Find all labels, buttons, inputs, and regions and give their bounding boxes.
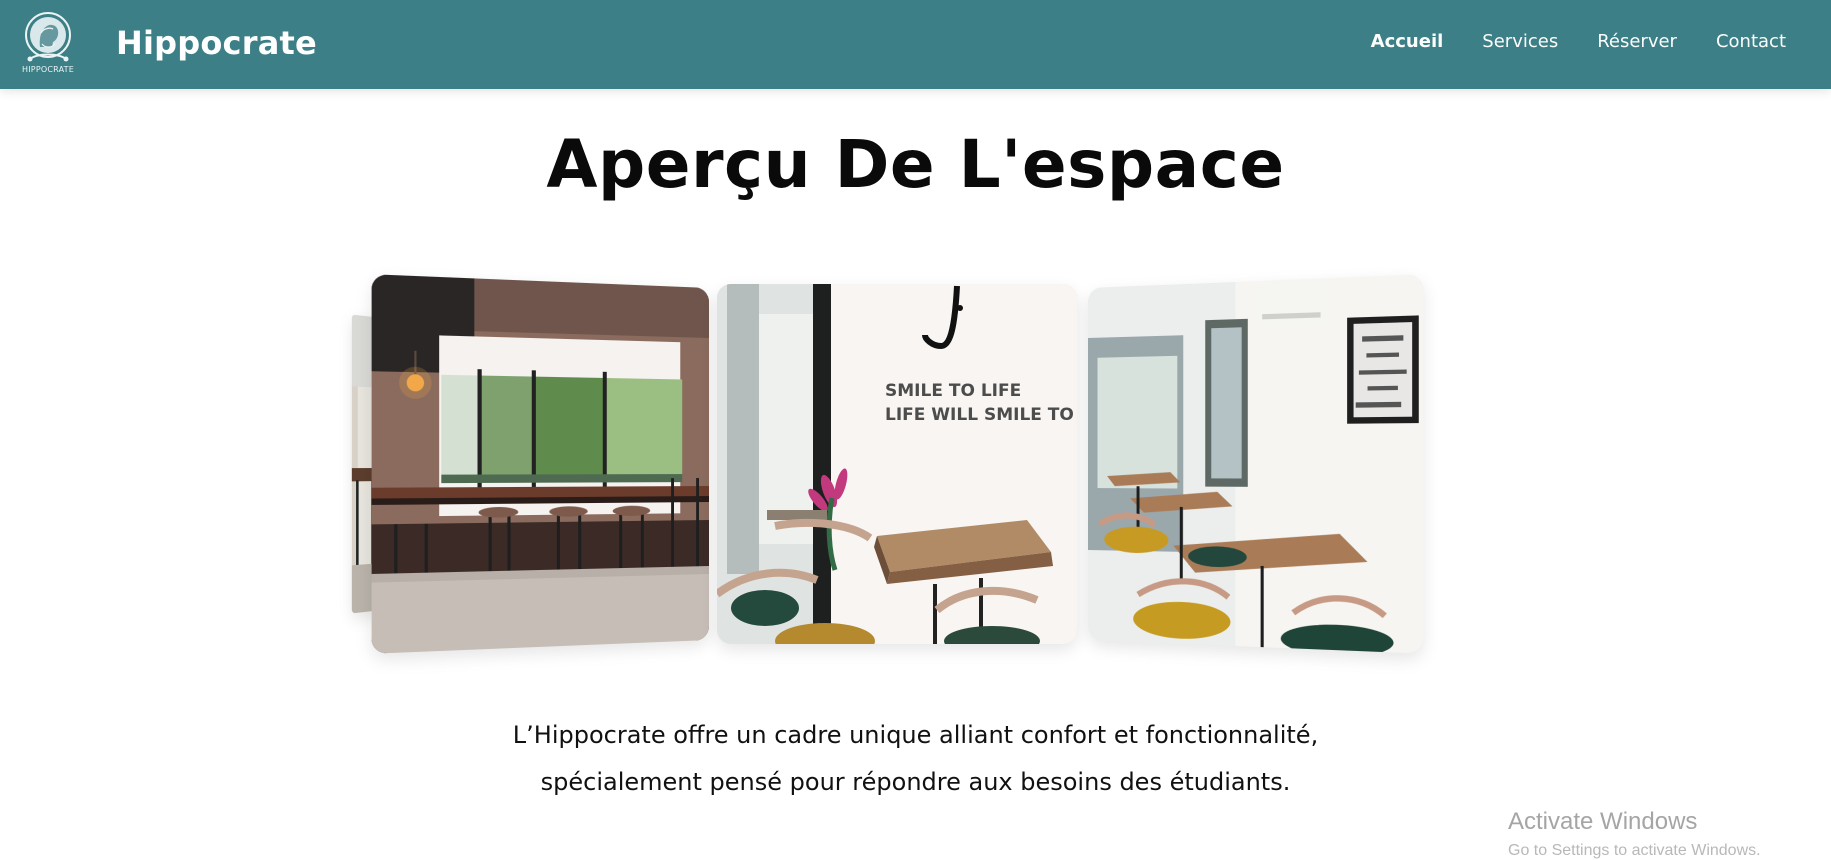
wall-text-line-1: SMILE TO LIFE: [885, 381, 1021, 401]
activate-windows-title: Activate Windows: [1508, 808, 1697, 836]
brand[interactable]: HIPPOCRATE Hippocrate: [22, 10, 317, 74]
brand-name[interactable]: Hippocrate: [116, 24, 317, 62]
nav-services[interactable]: Services: [1482, 31, 1558, 52]
description-line-2: spécialement pensé pour répondre aux bes…: [0, 759, 1831, 806]
space-description: L’Hippocrate offre un cadre unique allia…: [0, 712, 1831, 806]
cafe-tables-image: [1088, 274, 1423, 653]
wall-text-line-2: LIFE WILL SMILE TO YOU: [885, 405, 1077, 425]
nav-contact[interactable]: Contact: [1716, 31, 1786, 52]
main-nav: Accueil Services Réserver Contact: [1371, 0, 1786, 82]
space-carousel: SMILE TO LIFE LIFE WILL SMILE TO YOU: [0, 270, 1831, 650]
nav-accueil[interactable]: Accueil: [1371, 31, 1444, 52]
activate-windows-subtitle: Go to Settings to activate Windows.: [1508, 842, 1761, 860]
cafe-room-image: [372, 274, 709, 654]
nav-reserver[interactable]: Réserver: [1597, 31, 1677, 52]
carousel-slide-left[interactable]: [372, 274, 709, 654]
description-line-1: L’Hippocrate offre un cadre unique allia…: [0, 712, 1831, 759]
carousel-slide-right[interactable]: [1088, 274, 1423, 653]
carousel-slide-center[interactable]: SMILE TO LIFE LIFE WILL SMILE TO YOU: [717, 284, 1077, 644]
top-navbar: HIPPOCRATE Hippocrate Accueil Services R…: [0, 0, 1831, 89]
smile-wall-image: SMILE TO LIFE LIFE WILL SMILE TO YOU: [717, 284, 1077, 644]
hippocrates-bust-icon: [22, 11, 74, 67]
logo-caption: HIPPOCRATE: [22, 65, 74, 74]
hippocrate-logo[interactable]: HIPPOCRATE: [22, 11, 74, 73]
page-title: Aperçu De L'espace: [0, 126, 1831, 203]
